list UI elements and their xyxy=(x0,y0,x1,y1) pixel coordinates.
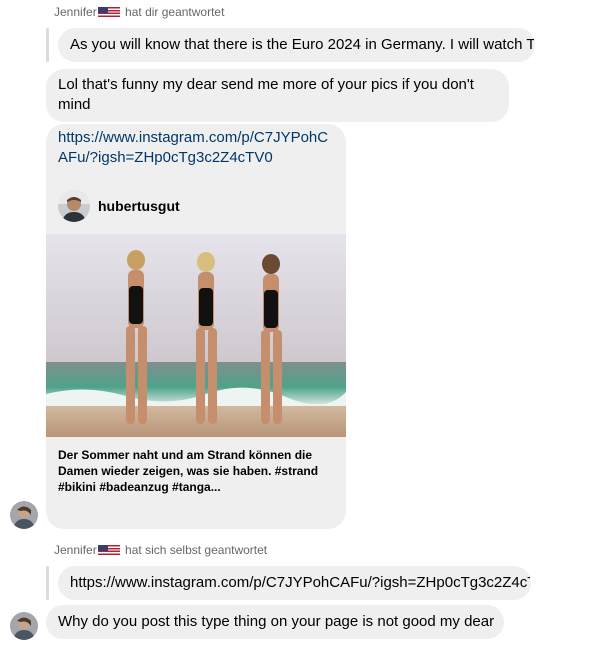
shared-post-caption: Der Sommer naht und am Strand können die… xyxy=(58,448,319,494)
quoted-message[interactable]: As you will know that there is the Euro … xyxy=(58,28,535,62)
message-text: Why do you post this type thing on your … xyxy=(58,613,495,630)
reply-action: hat sich selbst geantwortet xyxy=(125,543,268,557)
quoted-message-text: As you will know that there is the Euro … xyxy=(70,36,535,53)
message-text: Lol that's funny my dear send me more of… xyxy=(58,76,474,113)
reply-sender: Jennifer xyxy=(54,543,97,557)
reply-sender: Jennifer xyxy=(54,5,97,19)
reply-bar xyxy=(46,28,49,62)
shared-post-image[interactable] xyxy=(46,234,346,437)
shared-post-link[interactable]: https://www.instagram.com/p/C7JYPohCAFu/… xyxy=(46,124,346,168)
us-flag-icon xyxy=(97,7,120,17)
quoted-message[interactable]: https://www.instagram.com/p/C7JYPohCAFu/… xyxy=(58,566,531,600)
message-bubble[interactable]: Lol that's funny my dear send me more of… xyxy=(46,69,509,122)
quoted-message-text: https://www.instagram.com/p/C7JYPohCAFu/… xyxy=(70,574,531,591)
shared-post-author[interactable]: hubertusgut xyxy=(46,168,346,234)
sender-avatar[interactable] xyxy=(10,612,38,640)
reply-bar xyxy=(46,566,49,600)
us-flag-icon xyxy=(97,545,120,555)
sender-avatar[interactable] xyxy=(10,501,38,529)
message-bubble[interactable]: Why do you post this type thing on your … xyxy=(46,605,504,639)
author-username[interactable]: hubertusgut xyxy=(98,198,180,214)
shared-post-card[interactable]: https://www.instagram.com/p/C7JYPohCAFu/… xyxy=(46,124,346,529)
author-avatar[interactable] xyxy=(58,190,90,222)
reply-action: hat dir geantwortet xyxy=(125,5,225,19)
reply-header: Jennifer hat dir geantwortet xyxy=(54,5,224,19)
reply-header: Jennifer hat sich selbst geantwortet xyxy=(54,543,267,557)
